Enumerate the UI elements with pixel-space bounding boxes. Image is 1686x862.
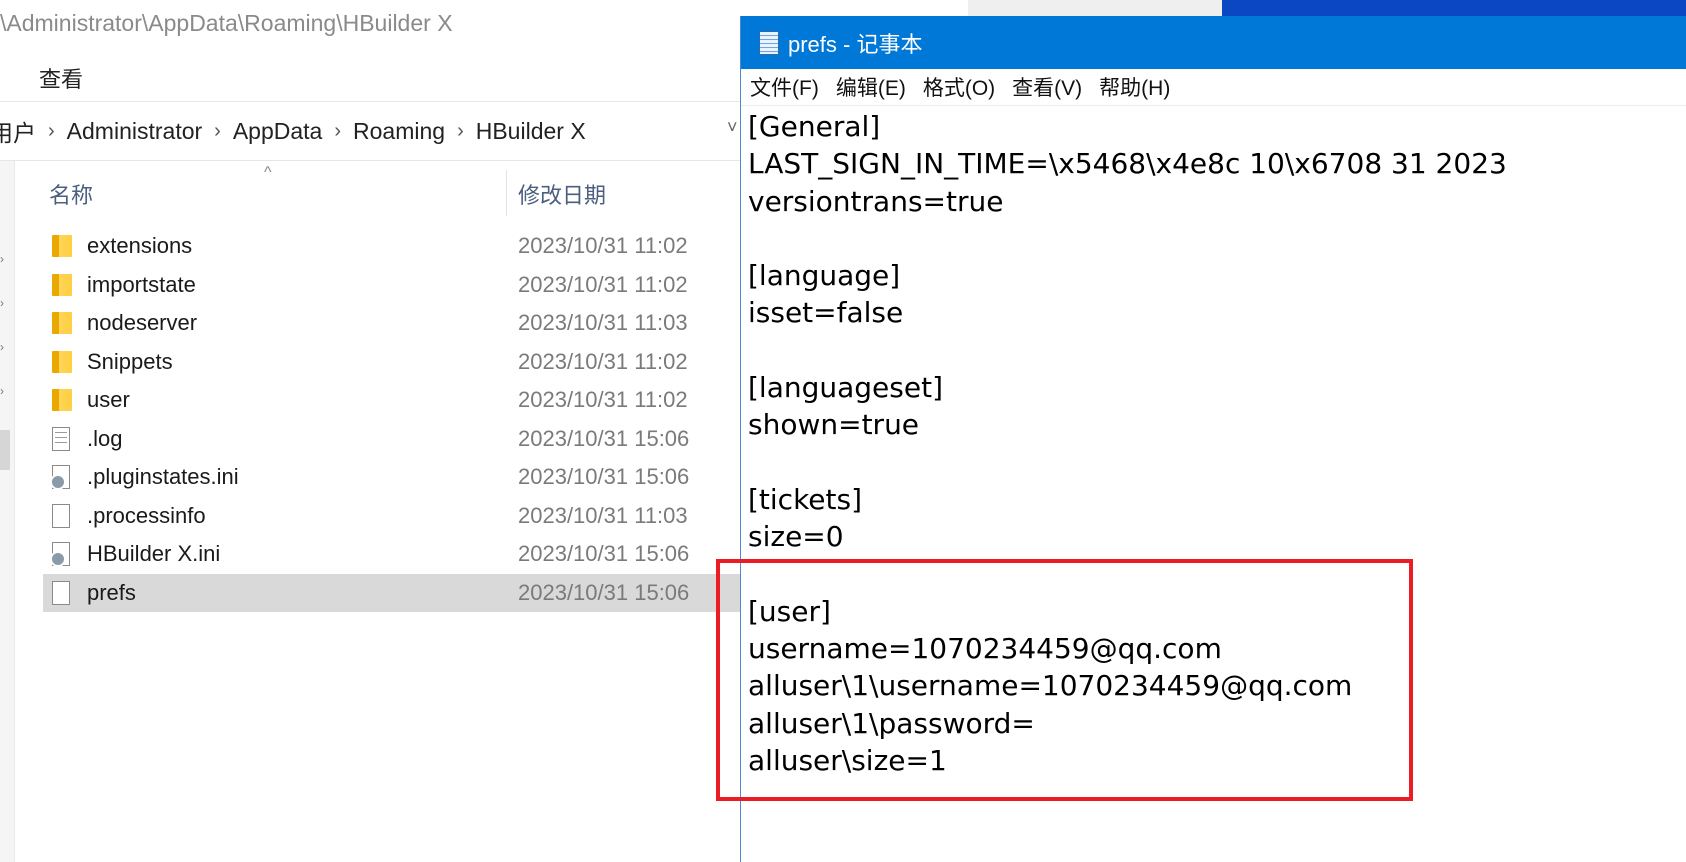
notepad-icon bbox=[759, 30, 779, 55]
menu-format[interactable]: 格式(O) bbox=[923, 72, 995, 102]
menu-edit[interactable]: 编辑(E) bbox=[836, 72, 906, 102]
folder-icon bbox=[52, 312, 72, 335]
file-row[interactable]: prefs 2023/10/31 15:06 bbox=[43, 573, 744, 612]
text-line: isset=false bbox=[748, 296, 904, 330]
navigation-pane[interactable] bbox=[0, 161, 15, 862]
file-row[interactable]: HBuilder X.ini 2023/10/31 15:06 bbox=[43, 535, 744, 574]
column-divider[interactable] bbox=[506, 170, 507, 216]
file-modified-date: 2023/10/31 11:02 bbox=[518, 271, 688, 297]
file-name: importstate bbox=[87, 271, 196, 297]
column-header-name[interactable]: 名称 bbox=[49, 178, 93, 210]
folder-icon bbox=[52, 350, 72, 373]
file-name: nodeserver bbox=[87, 310, 198, 336]
file-modified-date: 2023/10/31 15:06 bbox=[518, 464, 690, 490]
chevron-right-icon[interactable]: › bbox=[0, 340, 4, 354]
folder-icon bbox=[52, 389, 72, 412]
text-line: [languageset] bbox=[748, 371, 944, 405]
text-line: [tickets] bbox=[748, 482, 863, 516]
breadcrumb-item-hbuilderx[interactable]: HBuilder X bbox=[476, 118, 586, 145]
divider bbox=[0, 160, 744, 161]
text-file-icon bbox=[52, 426, 70, 451]
file-row[interactable]: .log 2023/10/31 15:06 bbox=[43, 420, 744, 459]
ini-file-icon bbox=[50, 465, 70, 491]
breadcrumb-item-users[interactable]: 用户 bbox=[0, 114, 36, 148]
window-title-path: \Administrator\AppData\Roaming\HBuilder … bbox=[0, 10, 453, 36]
file-modified-date: 2023/10/31 11:03 bbox=[518, 310, 688, 336]
file-row[interactable]: .pluginstates.ini 2023/10/31 15:06 bbox=[43, 458, 744, 497]
ribbon-tab-view[interactable]: 查看 bbox=[39, 62, 83, 94]
text-line: [General] bbox=[748, 110, 881, 143]
file-name: .pluginstates.ini bbox=[87, 464, 239, 490]
sort-ascending-icon: ^ bbox=[264, 164, 272, 181]
chevron-right-icon: › bbox=[334, 119, 342, 142]
file-name: user bbox=[87, 387, 130, 413]
file-modified-date: 2023/10/31 15:06 bbox=[518, 425, 690, 451]
text-line bbox=[748, 444, 1507, 481]
file-modified-date: 2023/10/31 11:03 bbox=[518, 502, 688, 528]
chevron-right-icon[interactable]: › bbox=[0, 296, 4, 310]
column-header-date[interactable]: 修改日期 bbox=[518, 178, 606, 210]
file-name: Snippets bbox=[87, 348, 173, 374]
chevron-right-icon: › bbox=[457, 119, 464, 142]
desktop-background bbox=[1222, 0, 1686, 17]
chevron-right-icon: › bbox=[48, 119, 55, 142]
text-line bbox=[748, 220, 1507, 257]
highlight-annotation-box bbox=[716, 559, 1413, 801]
blank-file-icon bbox=[52, 503, 70, 528]
notepad-title: prefs - 记事本 bbox=[788, 31, 923, 57]
chevron-down-icon[interactable]: ˅ bbox=[727, 117, 738, 138]
file-modified-date: 2023/10/31 11:02 bbox=[518, 348, 688, 374]
folder-icon bbox=[52, 235, 72, 258]
file-modified-date: 2023/10/31 15:06 bbox=[518, 579, 690, 605]
text-line: [language] bbox=[748, 259, 901, 293]
text-line: size=0 bbox=[748, 520, 844, 554]
file-name: .log bbox=[87, 425, 123, 451]
text-line: shown=true bbox=[748, 408, 920, 442]
file-row[interactable]: .processinfo 2023/10/31 11:03 bbox=[43, 497, 744, 536]
file-row[interactable]: Snippets 2023/10/31 11:02 bbox=[43, 343, 744, 382]
divider bbox=[0, 101, 744, 102]
chevron-right-icon[interactable]: › bbox=[0, 384, 4, 398]
file-row[interactable]: extensions 2023/10/31 11:02 bbox=[43, 227, 744, 266]
file-row[interactable]: nodeserver 2023/10/31 11:03 bbox=[43, 304, 744, 343]
background-window-edge bbox=[968, 0, 1222, 17]
file-modified-date: 2023/10/31 15:06 bbox=[518, 541, 690, 567]
file-explorer-window: \Administrator\AppData\Roaming\HBuilder … bbox=[0, 0, 744, 862]
menu-help[interactable]: 帮助(H) bbox=[1099, 72, 1170, 102]
nav-selected-indicator bbox=[0, 430, 10, 470]
file-row[interactable]: user 2023/10/31 11:02 bbox=[43, 381, 744, 420]
file-modified-date: 2023/10/31 11:02 bbox=[518, 233, 688, 259]
ini-file-icon bbox=[50, 542, 70, 568]
file-name: extensions bbox=[87, 233, 193, 259]
chevron-right-icon: › bbox=[214, 119, 221, 142]
blank-file-icon bbox=[52, 580, 70, 605]
text-line: versiontrans=true bbox=[748, 184, 1004, 218]
file-name: prefs bbox=[87, 579, 136, 605]
chevron-right-icon[interactable]: › bbox=[0, 252, 4, 266]
text-line bbox=[748, 332, 1507, 369]
file-name: HBuilder X.ini bbox=[87, 541, 221, 567]
breadcrumb: 用户 › Administrator › AppData › Roaming ›… bbox=[0, 106, 744, 156]
menu-view[interactable]: 查看(V) bbox=[1012, 72, 1082, 102]
file-row[interactable]: importstate 2023/10/31 11:02 bbox=[43, 266, 744, 305]
text-line: LAST_SIGN_IN_TIME=\x5468\x4e8c 10\x6708 … bbox=[748, 147, 1507, 181]
notepad-titlebar[interactable]: prefs - 记事本 bbox=[741, 16, 1686, 69]
notepad-menubar: 文件(F) 编辑(E) 格式(O) 查看(V) 帮助(H) bbox=[741, 69, 1686, 106]
menu-file[interactable]: 文件(F) bbox=[750, 72, 819, 102]
breadcrumb-item-administrator[interactable]: Administrator bbox=[67, 118, 202, 145]
breadcrumb-item-roaming[interactable]: Roaming bbox=[353, 118, 445, 145]
breadcrumb-item-appdata[interactable]: AppData bbox=[233, 118, 323, 145]
file-name: .processinfo bbox=[87, 502, 206, 528]
file-list: extensions 2023/10/31 11:02 importstate 202… bbox=[43, 227, 744, 612]
file-modified-date: 2023/10/31 11:02 bbox=[518, 387, 688, 413]
folder-icon bbox=[52, 273, 72, 296]
